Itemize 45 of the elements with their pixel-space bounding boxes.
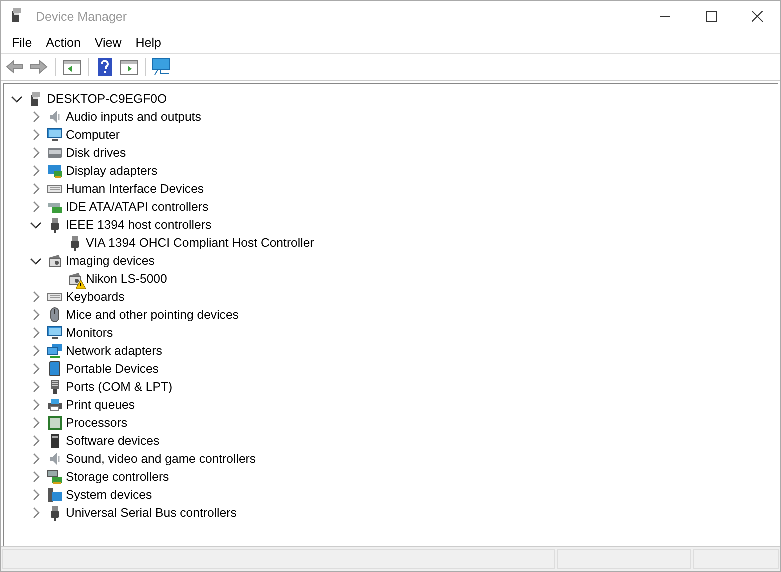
tree-item[interactable]: System devices (66, 488, 152, 502)
tree-item[interactable]: IEEE 1394 host controllers (66, 218, 212, 232)
speaker-icon (47, 109, 63, 125)
tree-item[interactable]: Storage controllers (66, 470, 170, 484)
tree-item[interactable]: Print queues (66, 398, 136, 412)
monitor-icon (47, 325, 63, 341)
tree-item[interactable]: Processors (66, 416, 128, 430)
tree-item[interactable]: IDE ATA/ATAPI controllers (66, 200, 209, 214)
menu-item[interactable]: View (88, 36, 129, 50)
monitor-icon (47, 127, 63, 143)
system-icon (47, 487, 63, 503)
tree-item[interactable]: Display adapters (66, 164, 158, 178)
tree-item[interactable]: Monitors (66, 326, 114, 340)
close-icon[interactable] (752, 11, 762, 22)
drive-icon (47, 145, 63, 161)
window-title: Device Manager (36, 10, 128, 24)
tree-item[interactable]: Portable Devices (66, 362, 159, 376)
tree-item[interactable]: Network adapters (66, 344, 162, 358)
tree-item[interactable]: Disk drives (66, 146, 126, 160)
tree-item[interactable]: Nikon LS-5000 (86, 272, 168, 286)
tree-item[interactable]: Universal Serial Bus controllers (66, 506, 237, 520)
tablet-icon (47, 361, 63, 377)
tree-item[interactable]: VIA 1394 OHCI Compliant Host Controller (86, 236, 314, 250)
menu-item[interactable]: Action (39, 36, 88, 50)
tree-item[interactable]: Ports (COM & LPT) (66, 380, 173, 394)
network-icon (47, 343, 63, 359)
menu-item[interactable]: Help (128, 36, 168, 50)
tree-item[interactable]: Software devices (66, 434, 160, 448)
controller-icon (47, 469, 63, 485)
maximize-icon[interactable] (706, 11, 716, 22)
tree-item[interactable]: Keyboards (66, 290, 125, 304)
menu-item[interactable]: File (5, 36, 40, 50)
processor-icon (47, 415, 63, 431)
graphics-card-icon (47, 163, 63, 179)
tree-item[interactable]: DESKTOP-C9EGF0O (47, 92, 168, 106)
tree-item[interactable]: Mice and other pointing devices (66, 308, 239, 322)
speaker-icon (47, 451, 63, 467)
tree-item[interactable]: Sound, video and game controllers (66, 452, 256, 466)
printer-icon (47, 397, 63, 413)
tree-item[interactable]: Imaging devices (66, 254, 155, 268)
scanner-icon (47, 253, 63, 269)
tree-item[interactable]: Computer (66, 128, 120, 142)
tree-item[interactable]: Human Interface Devices (66, 182, 204, 196)
scan-hardware-button[interactable] (151, 56, 173, 78)
tree-item[interactable]: Audio inputs and outputs (66, 110, 202, 124)
